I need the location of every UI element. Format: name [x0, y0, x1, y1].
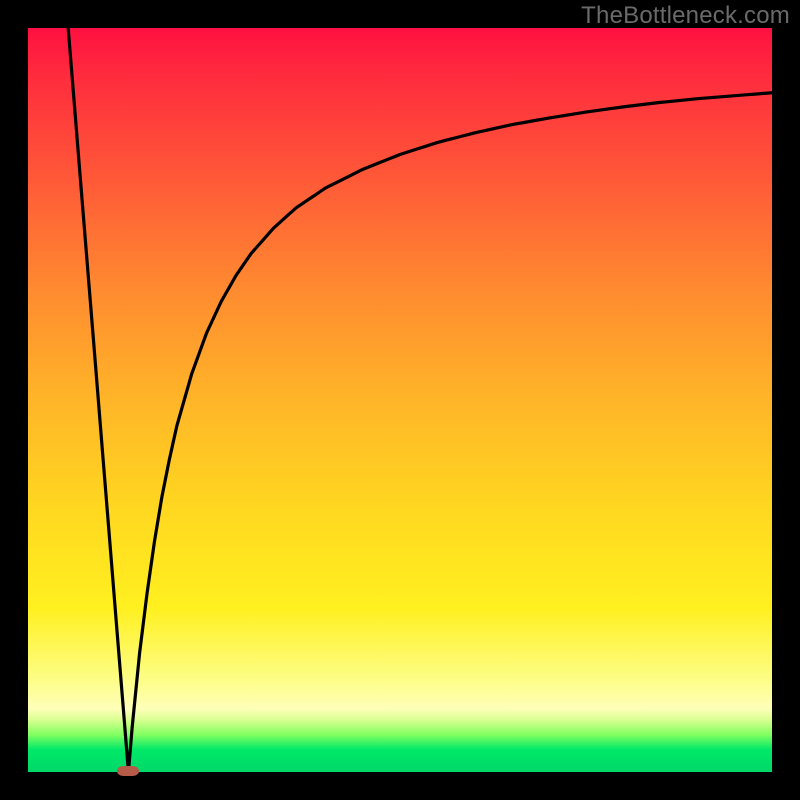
- plot-area: [28, 28, 772, 772]
- curve-layer: [28, 28, 772, 772]
- chart-frame: TheBottleneck.com: [0, 0, 800, 800]
- min-marker: [117, 766, 139, 776]
- watermark-text: TheBottleneck.com: [581, 2, 790, 30]
- bottleneck-curve: [68, 28, 772, 772]
